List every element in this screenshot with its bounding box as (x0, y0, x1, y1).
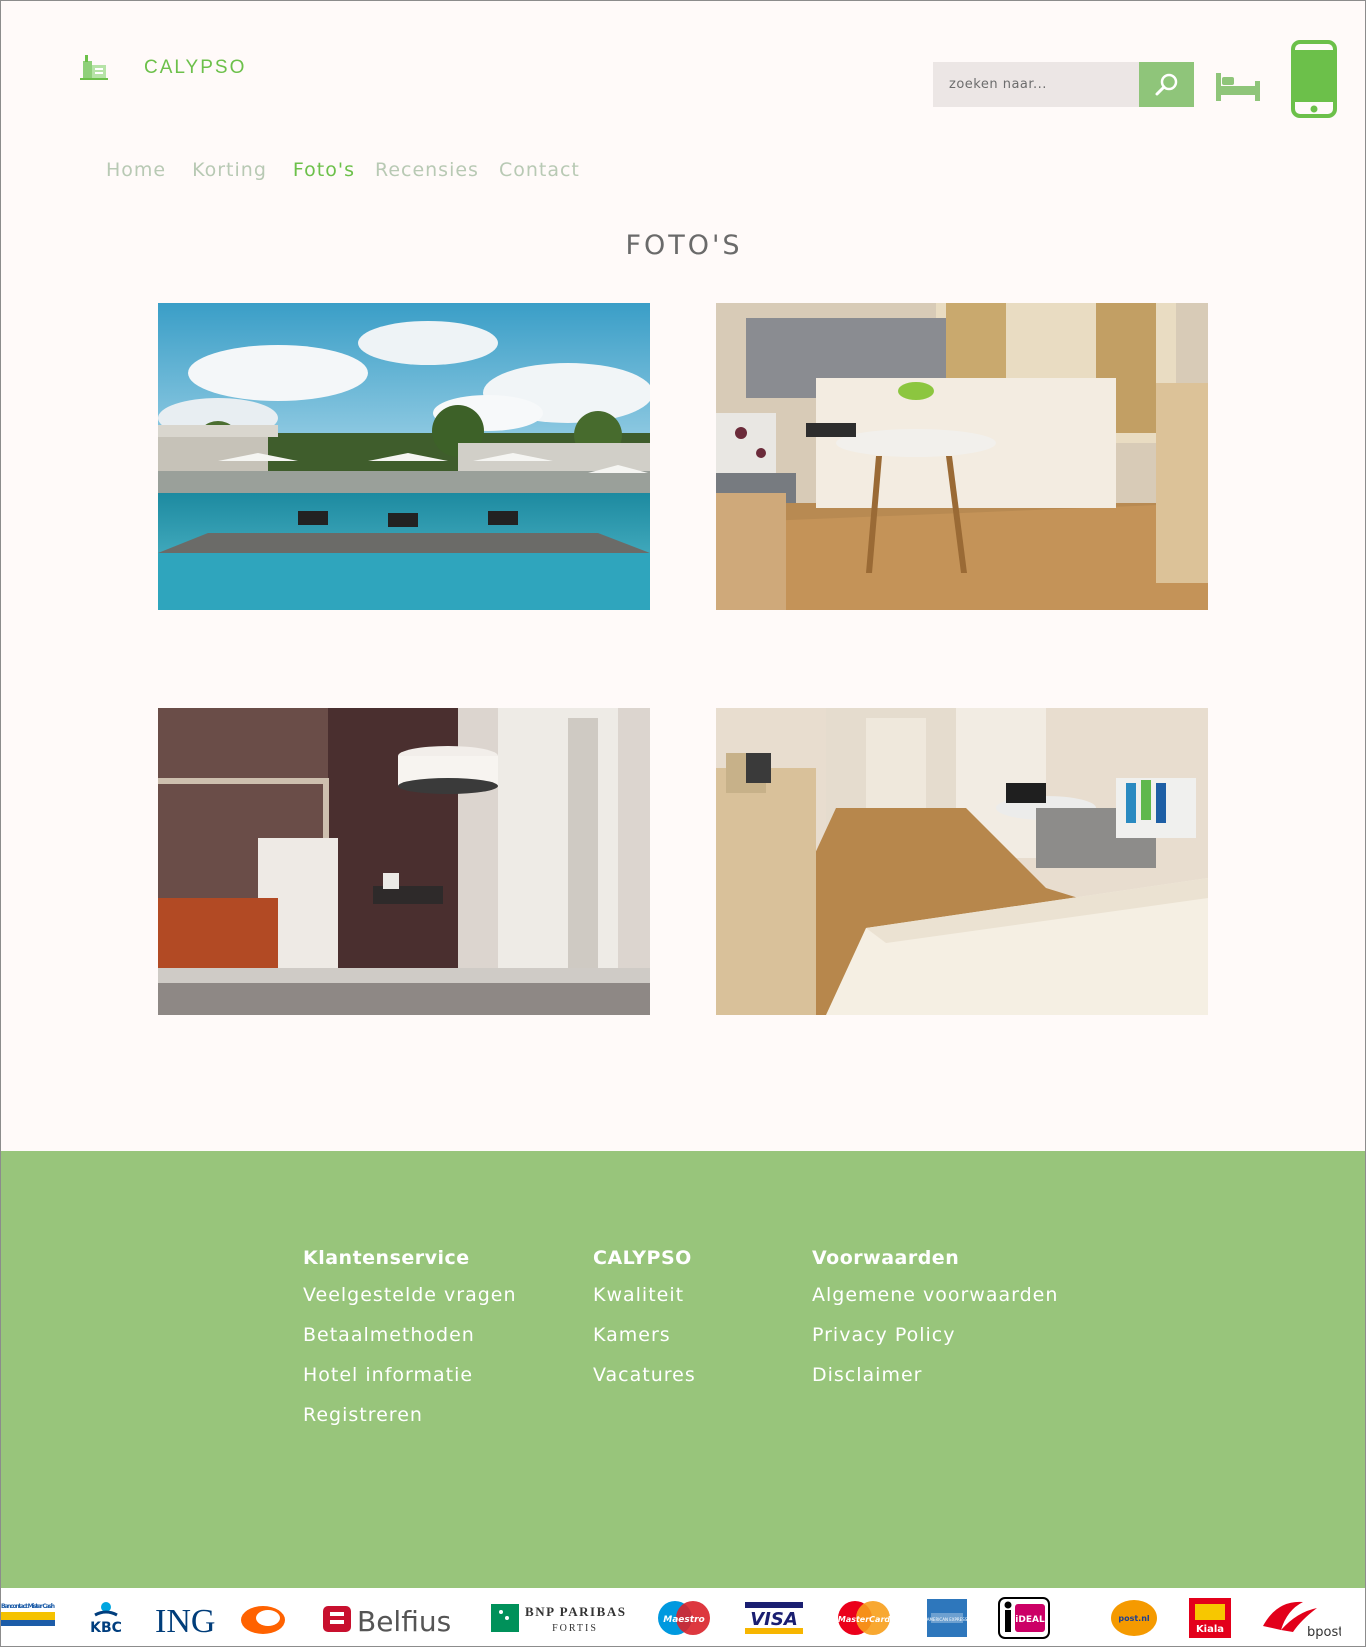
nav-home[interactable]: Home (106, 159, 166, 181)
payment-logos: Bancontact Mister Cash KBC ING Belfius B… (1, 1588, 1365, 1646)
maestro-logo: Maestro (653, 1596, 715, 1640)
kiala-logo: Kiala (1187, 1596, 1233, 1640)
footer-link-disclaimer[interactable]: Disclaimer (812, 1364, 1058, 1389)
nav-recensies[interactable]: Recensies (375, 159, 479, 181)
page: CALYPSO Home Korting Foto's Recensies (0, 0, 1366, 1647)
ing-text: ING (155, 1603, 215, 1638)
amex-text: AMERICAN EXPRESS (927, 1617, 968, 1622)
nav-contact[interactable]: Contact (499, 159, 580, 181)
bnp-text: BNP PARIBAS (525, 1604, 625, 1619)
ideal-logo: iDEAL (997, 1596, 1051, 1640)
bancontact-text: Bancontact Mister Cash (1, 1603, 55, 1610)
room-corridor-photo[interactable] (716, 708, 1208, 1015)
footer-link-hotel-info[interactable]: Hotel informatie (303, 1364, 517, 1389)
nav-korting[interactable]: Korting (192, 159, 267, 181)
footer-link-payment-methods[interactable]: Betaalmethoden (303, 1324, 517, 1349)
footer-column-voorwaarden: Voorwaarden Algemene voorwaarden Privacy… (812, 1247, 1058, 1404)
search-icon (1155, 73, 1177, 95)
footer: Klantenservice Veelgestelde vragen Betaa… (1, 1151, 1365, 1588)
bpost-logo: bpost (1257, 1596, 1341, 1640)
ing-logo: ING (153, 1596, 293, 1640)
footer-link-quality[interactable]: Kwaliteit (593, 1284, 696, 1309)
postnl-text: post.nl (1118, 1614, 1150, 1623)
american-express-logo: AMERICAN EXPRESS (925, 1596, 969, 1640)
postnl-logo: post.nl (1109, 1596, 1159, 1640)
kbc-text: KBC (90, 1620, 122, 1636)
search-bar (933, 62, 1194, 107)
mastercard-logo: MasterCard (833, 1596, 895, 1640)
smartphone-icon[interactable] (1291, 40, 1337, 118)
search-button[interactable] (1139, 62, 1194, 107)
hotel-building-icon[interactable] (79, 51, 109, 81)
bed-lamp-photo[interactable] (158, 708, 650, 1015)
footer-heading: CALYPSO (593, 1247, 692, 1269)
footer-link-faq[interactable]: Veelgestelde vragen (303, 1284, 517, 1309)
search-input[interactable] (933, 62, 1139, 107)
ideal-text: iDEAL (1015, 1615, 1045, 1625)
brand-name[interactable]: CALYPSO (144, 57, 246, 79)
maestro-text: Maestro (663, 1615, 704, 1625)
belfius-logo: Belfius (321, 1596, 463, 1640)
bnp-sub-text: FORTIS (552, 1623, 598, 1634)
pool-photo[interactable] (158, 303, 650, 610)
footer-link-register[interactable]: Registreren (303, 1404, 517, 1429)
footer-heading: Voorwaarden (812, 1247, 960, 1269)
nav-fotos[interactable]: Foto's (293, 159, 355, 181)
visa-logo: VISA (743, 1596, 805, 1640)
footer-link-vacancies[interactable]: Vacatures (593, 1364, 696, 1389)
footer-heading: Klantenservice (303, 1247, 470, 1269)
main-nav: Home Korting Foto's Recensies Contact (106, 159, 606, 181)
footer-column-calypso: CALYPSO Kwaliteit Kamers Vacatures (593, 1247, 696, 1404)
footer-column-klantenservice: Klantenservice Veelgestelde vragen Betaa… (303, 1247, 517, 1444)
belfius-text: Belfius (357, 1605, 451, 1638)
kiala-text: Kiala (1196, 1624, 1224, 1635)
bancontact-logo: Bancontact Mister Cash (1, 1596, 57, 1640)
bnp-paribas-fortis-logo: BNP PARIBAS FORTIS (489, 1596, 629, 1640)
visa-text: VISA (750, 1609, 798, 1630)
mastercard-text: MasterCard (838, 1615, 891, 1624)
page-title: FOTO'S (625, 230, 743, 261)
footer-link-terms[interactable]: Algemene voorwaarden (812, 1284, 1058, 1309)
footer-link-rooms[interactable]: Kamers (593, 1324, 696, 1349)
bedroom-photo[interactable] (716, 303, 1208, 610)
bpost-text: bpost (1307, 1625, 1341, 1640)
footer-link-privacy[interactable]: Privacy Policy (812, 1324, 1058, 1349)
bed-icon[interactable] (1214, 69, 1262, 103)
kbc-logo: KBC (81, 1596, 131, 1640)
